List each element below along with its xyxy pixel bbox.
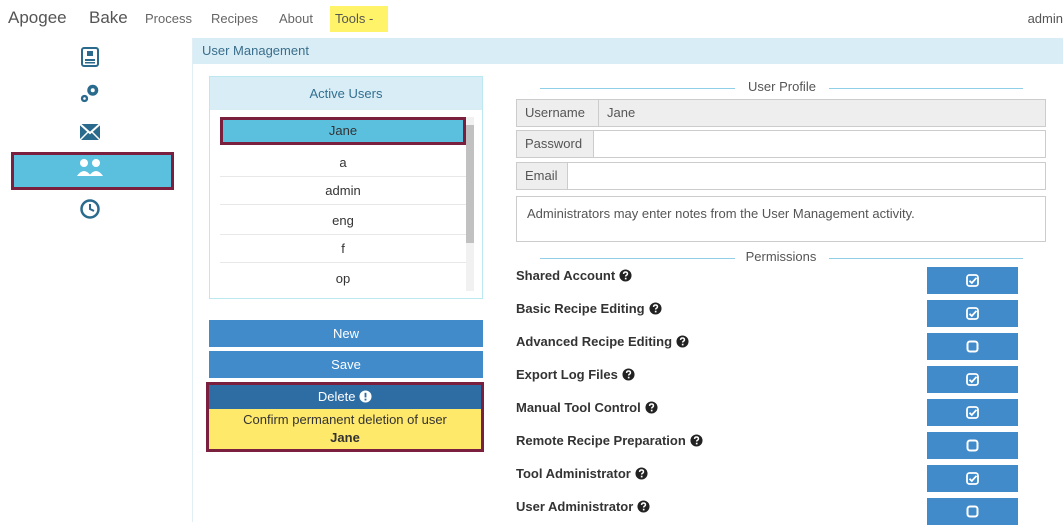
delete-confirm-message: Confirm permanent deletion of user Jane xyxy=(209,411,481,447)
delete-button-label: Delete xyxy=(317,389,356,404)
permission-label-text: Shared Account xyxy=(516,268,616,283)
nav-user-admin[interactable]: admin xyxy=(1028,11,1063,26)
users-icon[interactable] xyxy=(76,156,104,178)
active-users-panel: Active Users Jane a admin eng f op xyxy=(209,76,483,299)
user-list-item[interactable]: admin xyxy=(220,177,466,205)
question-circle-icon[interactable] xyxy=(645,401,658,414)
active-users-heading: Active Users xyxy=(210,77,482,110)
username-label: Username xyxy=(517,100,599,126)
permission-label: Tool Administrator xyxy=(516,466,648,481)
question-circle-icon[interactable] xyxy=(690,434,703,447)
user-list-item[interactable]: a xyxy=(220,149,466,177)
gears-icon[interactable] xyxy=(79,82,101,104)
permission-label-text: Tool Administrator xyxy=(516,466,631,481)
permission-label-text: Remote Recipe Preparation xyxy=(516,433,686,448)
delete-confirm-box: Delete Confirm permanent deletion of use… xyxy=(206,382,484,452)
permission-toggle-button[interactable] xyxy=(927,399,1018,426)
nav-link-process[interactable]: Process xyxy=(145,11,192,26)
permission-label-text: Basic Recipe Editing xyxy=(516,301,645,316)
permission-toggle-button[interactable] xyxy=(927,498,1018,525)
permissions-title: Permissions xyxy=(745,249,817,264)
permission-label: Manual Tool Control xyxy=(516,400,658,415)
save-user-button[interactable]: Save xyxy=(209,351,483,378)
notes-textarea[interactable]: Administrators may enter notes from the … xyxy=(516,196,1046,242)
clock-icon[interactable] xyxy=(79,198,101,220)
permission-label-text: Export Log Files xyxy=(516,367,618,382)
nav-link-about[interactable]: About xyxy=(279,11,313,26)
user-list-scrollbar[interactable] xyxy=(466,117,474,291)
clipboard-icon[interactable] xyxy=(79,46,101,68)
permission-toggle-button[interactable] xyxy=(927,300,1018,327)
question-circle-icon[interactable] xyxy=(649,302,662,315)
permission-label: Basic Recipe Editing xyxy=(516,301,662,316)
checkbox-checked-icon xyxy=(966,274,979,287)
user-list-item[interactable]: op xyxy=(220,265,466,293)
page-title: User Management xyxy=(193,38,1063,64)
brand-apogee[interactable]: Apogee xyxy=(8,8,67,28)
permission-label: Remote Recipe Preparation xyxy=(516,433,703,448)
username-value: Jane xyxy=(607,105,636,120)
permission-label: User Administrator xyxy=(516,499,650,514)
permission-toggle-button[interactable] xyxy=(927,465,1018,492)
checkbox-checked-icon xyxy=(966,307,979,320)
user-list-item[interactable]: Jane xyxy=(220,117,466,145)
checkbox-empty-icon xyxy=(966,505,979,518)
checkbox-checked-icon xyxy=(966,472,979,485)
password-field[interactable]: Password xyxy=(516,130,1046,158)
envelope-icon[interactable] xyxy=(79,121,101,143)
question-circle-icon[interactable] xyxy=(637,500,650,513)
nav-link-recipes[interactable]: Recipes xyxy=(211,11,258,26)
user-list-item[interactable]: eng xyxy=(220,207,466,235)
sidebar xyxy=(0,38,193,522)
confirm-text-line: Confirm permanent deletion of user xyxy=(243,412,447,427)
question-circle-icon[interactable] xyxy=(619,269,632,282)
question-circle-icon[interactable] xyxy=(622,368,635,381)
question-circle-icon[interactable] xyxy=(676,335,689,348)
section-divider xyxy=(540,258,735,259)
checkbox-checked-icon xyxy=(966,373,979,386)
permission-label: Shared Account xyxy=(516,268,632,283)
permission-toggle-button[interactable] xyxy=(927,432,1018,459)
brand-bake[interactable]: Bake xyxy=(89,8,128,28)
question-circle-icon[interactable] xyxy=(635,467,648,480)
new-user-button[interactable]: New xyxy=(209,320,483,347)
permission-label-text: Manual Tool Control xyxy=(516,400,641,415)
email-field[interactable]: Email xyxy=(516,162,1046,190)
permission-label-text: Advanced Recipe Editing xyxy=(516,334,673,349)
top-navbar: Apogee Bake Process Recipes About Tools … xyxy=(0,0,1063,39)
section-divider xyxy=(829,88,1023,89)
email-label: Email xyxy=(517,163,568,189)
section-divider xyxy=(829,258,1023,259)
permission-label-text: User Administrator xyxy=(516,499,634,514)
password-label: Password xyxy=(517,131,594,157)
exclamation-circle-icon xyxy=(359,390,372,403)
nav-tools-dropdown[interactable]: Tools - xyxy=(330,6,388,32)
checkbox-empty-icon xyxy=(966,340,979,353)
user-list-scroll-thumb[interactable] xyxy=(466,125,474,243)
checkbox-empty-icon xyxy=(966,439,979,452)
permission-label: Export Log Files xyxy=(516,367,635,382)
user-profile-title: User Profile xyxy=(748,79,816,94)
section-divider xyxy=(540,88,735,89)
checkbox-checked-icon xyxy=(966,406,979,419)
permission-toggle-button[interactable] xyxy=(927,267,1018,294)
user-list-item[interactable]: f xyxy=(220,235,466,263)
permission-label: Advanced Recipe Editing xyxy=(516,334,689,349)
delete-user-button[interactable]: Delete xyxy=(209,385,481,409)
confirm-user-name: Jane xyxy=(330,430,360,445)
permission-toggle-button[interactable] xyxy=(927,333,1018,360)
username-field: Username Jane xyxy=(516,99,1046,127)
permission-toggle-button[interactable] xyxy=(927,366,1018,393)
